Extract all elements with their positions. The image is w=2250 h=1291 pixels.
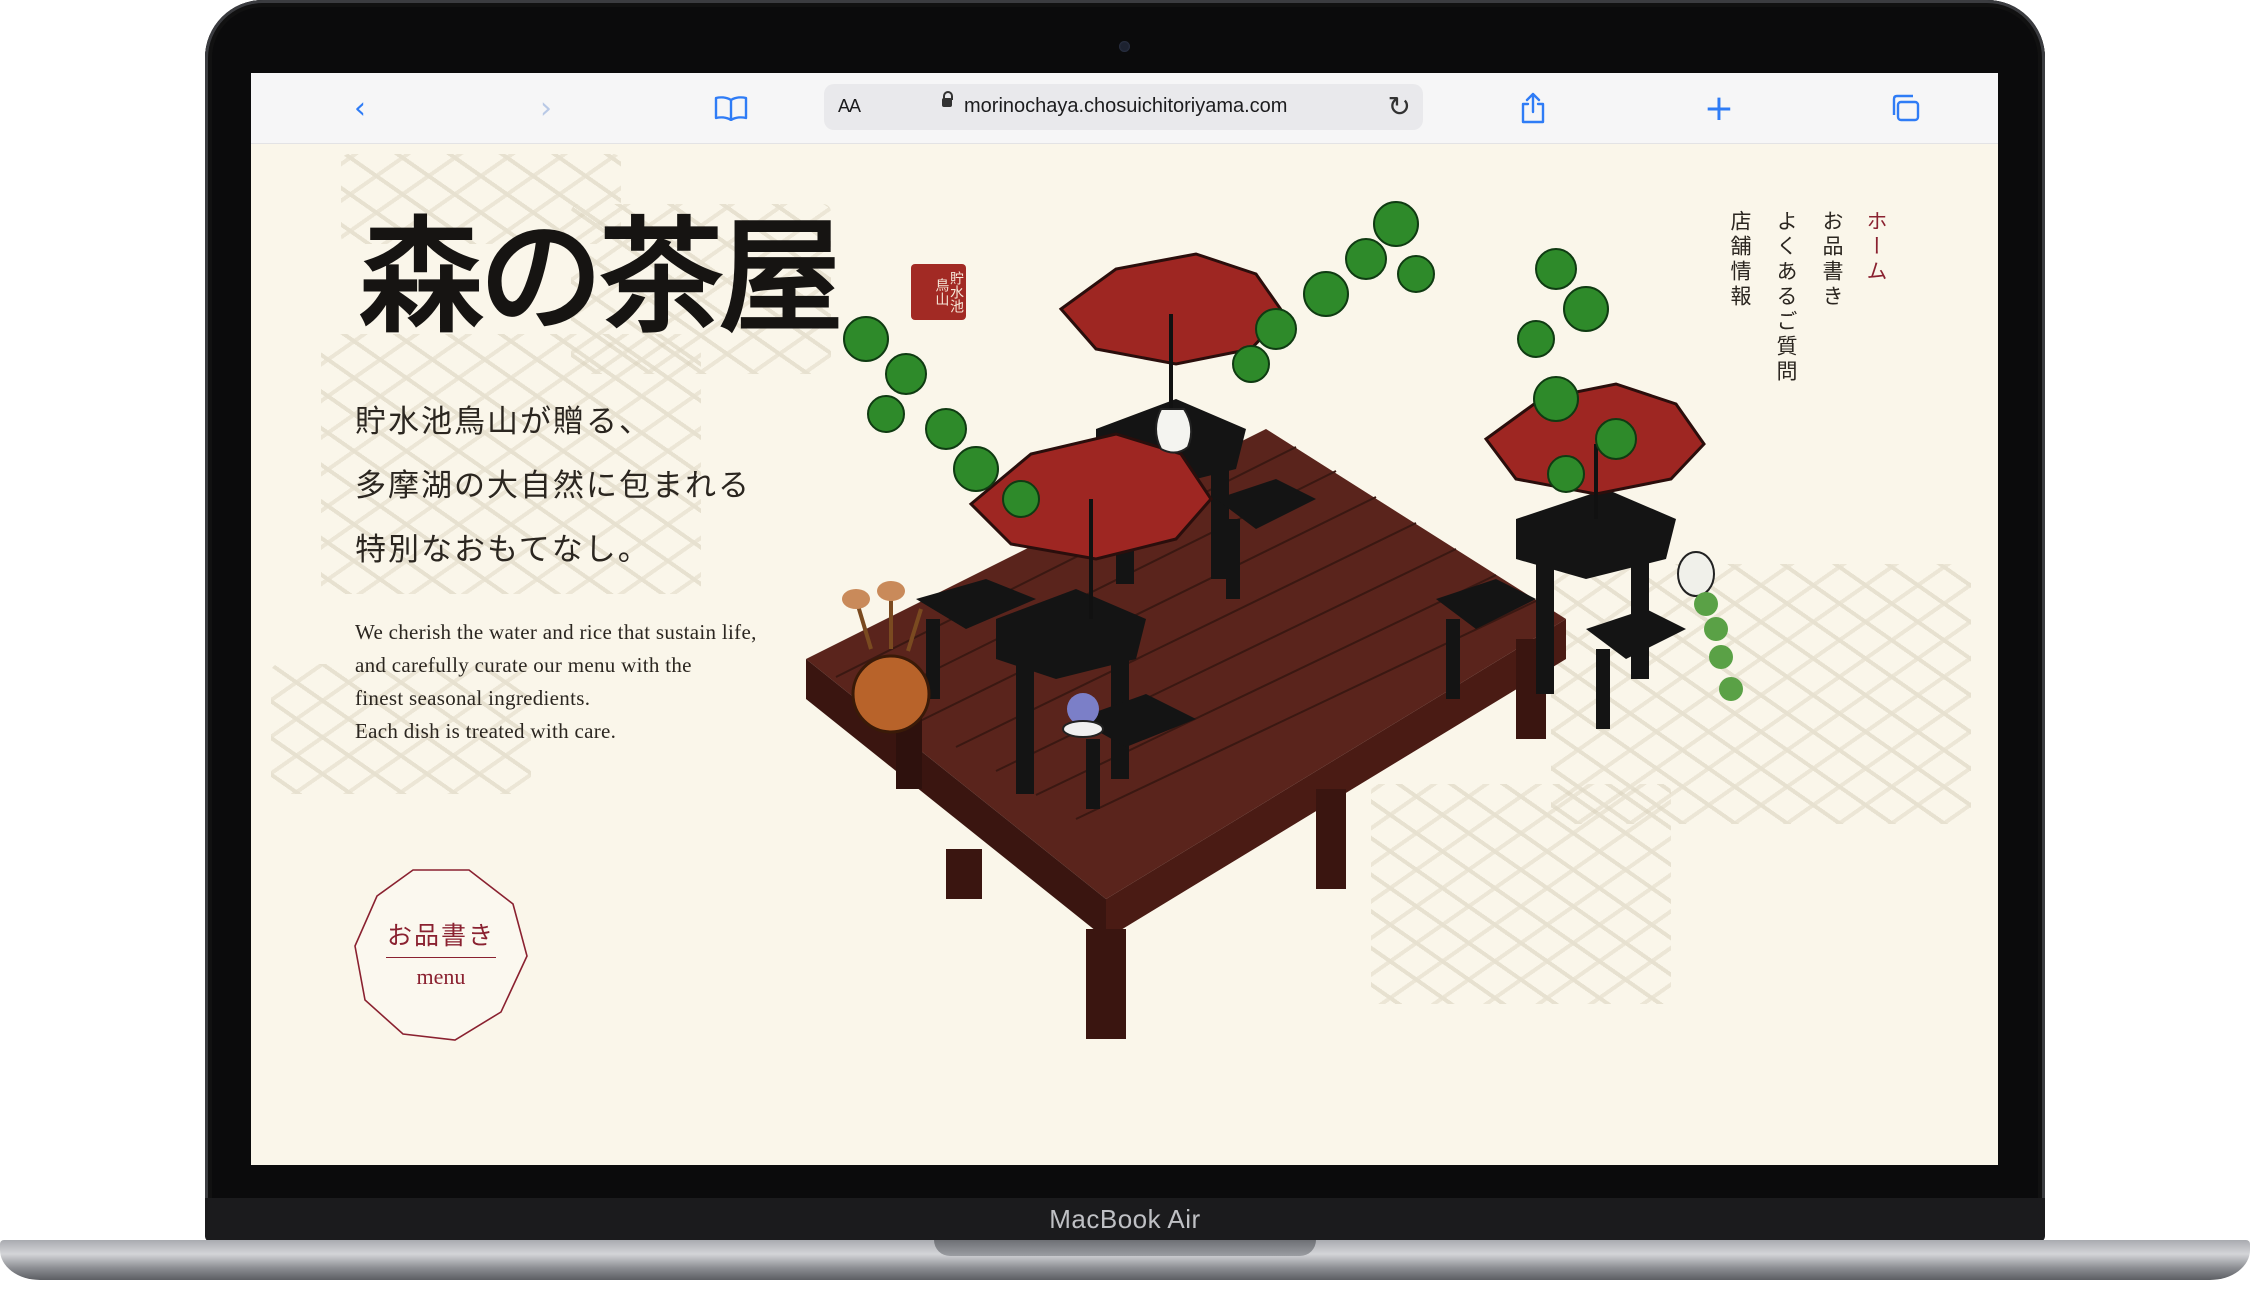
share-icon[interactable] [1515, 90, 1551, 126]
camera-icon [1119, 41, 1130, 52]
site-logo[interactable]: 森の茶屋 [359, 216, 843, 340]
octagon-frame [354, 869, 528, 1041]
tagline-line-1: 貯水池鳥山が贈る、 [355, 404, 652, 440]
english-line-1: We cherish the water and rice that susta… [355, 620, 757, 644]
hanging-plant-icon [1677, 551, 1743, 701]
umbrella-icon [1483, 382, 1706, 519]
english-line-3: finest seasonal ingredients. [355, 686, 591, 710]
browser-screen: ‹ › AA morinochaya.chosuichitoriyama.com… [251, 73, 1998, 1165]
tagline-line-3: 特別なおもてなし。 [355, 532, 651, 568]
english-line-4: Each dish is treated with care. [355, 719, 617, 743]
lock-icon [942, 91, 953, 107]
laptop-brand-label: MacBook Air [1049, 1204, 1201, 1234]
english-line-2: and carefully curate our menu with the [355, 653, 692, 677]
back-icon[interactable]: ‹ [342, 90, 378, 126]
reload-icon[interactable]: ↻ [1388, 90, 1411, 123]
vase-icon [1155, 408, 1193, 454]
bookmarks-icon[interactable] [713, 90, 749, 126]
tabs-icon[interactable] [1887, 90, 1923, 126]
menu-button-en-label: menu [416, 964, 466, 989]
teahouse-deck-illustration [806, 201, 1743, 1039]
forward-icon[interactable]: › [528, 90, 564, 126]
tagline-line-2: 多摩湖の大自然に包まれる [355, 468, 751, 504]
umbrella-icon [1058, 252, 1286, 429]
browser-toolbar: ‹ › AA morinochaya.chosuichitoriyama.com… [251, 73, 1998, 144]
laptop-opening-notch [934, 1240, 1316, 1256]
new-tab-icon[interactable]: + [1701, 88, 1737, 129]
url-text: morinochaya.chosuichitoriyama.com [964, 95, 1288, 117]
menu-button[interactable]: お品書き menu [351, 864, 531, 1044]
address-bar[interactable]: AA morinochaya.chosuichitoriyama.com ↻ [824, 84, 1423, 130]
reader-aa-button[interactable]: AA [838, 96, 861, 117]
menu-button-jp-label: お品書き [386, 921, 495, 950]
web-page: 森の茶屋 貯水池鳥山 貯水池鳥山が贈る、 多摩湖の大自然に包まれる 特別なおもて… [251, 144, 1998, 1165]
menu-button-divider [386, 957, 496, 958]
